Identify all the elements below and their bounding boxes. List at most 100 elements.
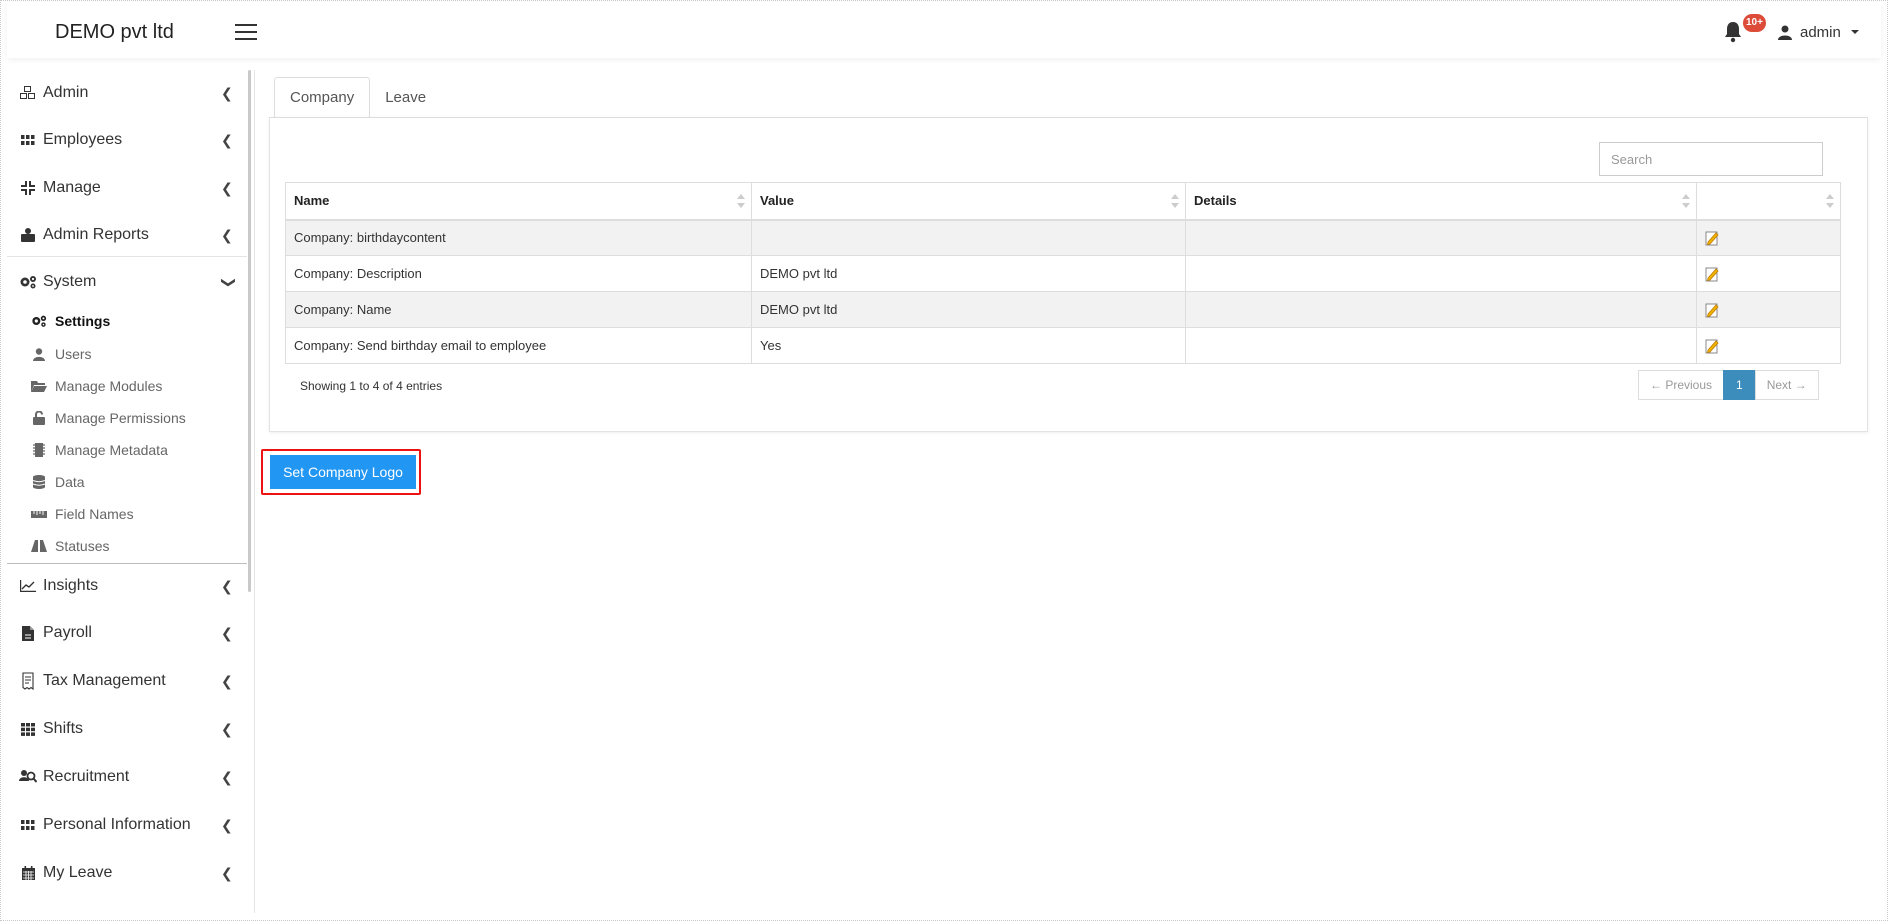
sidebar-subitem-label: Statuses: [55, 538, 110, 554]
sidebar-item-insights[interactable]: Insights ❮: [7, 563, 252, 609]
sidebar-scrollbar[interactable]: [248, 70, 251, 592]
sidebar-subitem-field-names[interactable]: Field Names: [7, 499, 252, 529]
cell-details: [1185, 291, 1697, 328]
brand-title: DEMO pvt ltd: [55, 21, 174, 43]
database-icon: [31, 475, 47, 489]
cell-actions: [1696, 291, 1841, 328]
chevron-left-icon: ❮: [221, 816, 233, 833]
cell-name: Company: Description: [285, 255, 752, 292]
sidebar-subitem-settings[interactable]: Settings: [7, 306, 252, 336]
next-page-button[interactable]: Next →: [1754, 370, 1819, 400]
sidebar-item-recruitment[interactable]: Recruitment ❮: [7, 754, 252, 800]
page-button-current[interactable]: 1: [1723, 370, 1756, 400]
sidebar-subitem-label: Manage Metadata: [55, 442, 168, 458]
column-header-details[interactable]: Details: [1185, 182, 1697, 221]
user-name: admin: [1800, 23, 1841, 41]
sidebar-item-shifts[interactable]: Shifts ❮: [7, 706, 252, 752]
file-icon: [19, 625, 37, 641]
previous-page-button[interactable]: ← Previous: [1638, 370, 1725, 400]
pagination: ← Previous 1 Next →: [1638, 370, 1819, 400]
sidebar-subitem-label: Settings: [55, 313, 111, 329]
sidebar-item-label: Admin: [43, 84, 89, 101]
sidebar-item-admin-reports[interactable]: Admin Reports ❮: [7, 212, 252, 258]
sidebar-subitem-manage-permissions[interactable]: Manage Permissions: [7, 403, 252, 433]
sidebar-item-admin[interactable]: Admin ❮: [7, 70, 252, 116]
hamburger-menu-icon[interactable]: [235, 24, 257, 41]
sidebar-item-label: Manage: [43, 179, 101, 196]
grid-icon: [19, 721, 37, 737]
calendar-icon: [19, 865, 37, 881]
user-icon: [31, 347, 47, 361]
chevron-down-icon: [1850, 30, 1859, 34]
cogs-icon: [31, 314, 47, 328]
ruler-icon: [31, 507, 47, 521]
sort-icon: [1171, 194, 1179, 208]
column-header-label: Name: [294, 193, 330, 209]
column-header-value[interactable]: Value: [751, 182, 1186, 221]
receipt-icon: [19, 672, 37, 690]
sidebar-subitem-label: Data: [55, 474, 85, 490]
settings-table: Name Value Details Company: birthdaycont…: [285, 182, 1841, 364]
notification-badge: 10+: [1743, 14, 1766, 32]
settings-tabs: Company Leave: [274, 77, 441, 118]
sidebar-subitem-data[interactable]: Data: [7, 467, 252, 497]
cell-details: [1185, 255, 1697, 292]
cell-name: Company: Name: [285, 291, 752, 328]
chevron-left-icon: ❮: [221, 672, 233, 689]
sidebar-item-personal-information[interactable]: Personal Information ❮: [7, 802, 252, 848]
column-header-actions[interactable]: [1696, 182, 1841, 221]
sidebar-item-label: Admin Reports: [43, 226, 149, 243]
edit-icon[interactable]: [1705, 230, 1719, 246]
compress-icon: [19, 180, 37, 196]
sidebar-item-label: Recruitment: [43, 768, 130, 785]
sidebar-subitem-statuses[interactable]: Statuses: [7, 531, 252, 561]
bell-icon[interactable]: [1723, 21, 1743, 43]
th-icon: [19, 132, 37, 148]
sidebar-subitem-users[interactable]: Users: [7, 339, 252, 369]
sidebar-item-manage[interactable]: Manage ❮: [7, 165, 252, 211]
edit-icon[interactable]: [1705, 302, 1719, 318]
chevron-left-icon: ❮: [221, 131, 233, 148]
chevron-left-icon: ❮: [221, 179, 233, 196]
chevron-left-icon: ❮: [221, 864, 233, 881]
table-row: Company: birthdaycontent: [285, 219, 1841, 256]
sidebar-subitem-label: Field Names: [55, 506, 134, 522]
cell-value: DEMO pvt ltd: [751, 255, 1186, 292]
set-company-logo-button[interactable]: Set Company Logo: [270, 455, 416, 489]
sidebar-item-label: System: [43, 273, 97, 290]
cell-value: Yes: [751, 327, 1186, 364]
chevron-left-icon: ❮: [221, 84, 233, 101]
microchip-icon: [31, 443, 47, 457]
column-header-name[interactable]: Name: [285, 182, 752, 221]
table-header-row: Name Value Details: [285, 182, 1841, 221]
edit-icon[interactable]: [1705, 338, 1719, 354]
sidebar-item-label: Payroll: [43, 624, 92, 641]
sidebar-divider: [7, 256, 247, 257]
sidebar-item-tax-management[interactable]: Tax Management ❮: [7, 658, 252, 704]
user-tie-icon: [19, 227, 37, 243]
cell-actions: [1696, 219, 1841, 256]
column-header-label: Value: [760, 193, 794, 209]
user-icon: [1778, 25, 1792, 40]
chevron-left-icon: ❮: [221, 768, 233, 785]
edit-icon[interactable]: [1705, 266, 1719, 282]
sidebar-item-employees[interactable]: Employees ❮: [7, 117, 252, 163]
tab-leave[interactable]: Leave: [370, 77, 441, 118]
sidebar-subitem-manage-modules[interactable]: Manage Modules: [7, 371, 252, 401]
sidebar-item-payroll[interactable]: Payroll ❮: [7, 610, 252, 656]
cell-name: Company: birthdaycontent: [285, 219, 752, 256]
sidebar-item-label: Employees: [43, 131, 123, 148]
sidebar-subitem-label: Manage Modules: [55, 378, 163, 394]
sidebar-subitem-label: Manage Permissions: [55, 410, 186, 426]
cogs-icon: [19, 274, 37, 290]
sidebar: Admin ❮ Employees ❮ Manage ❮ Admin Repor…: [7, 70, 257, 915]
cell-details: [1185, 219, 1697, 256]
cubes-icon: [19, 85, 37, 101]
search-input[interactable]: [1599, 142, 1823, 176]
sidebar-subitem-manage-metadata[interactable]: Manage Metadata: [7, 435, 252, 465]
sidebar-item-my-leave[interactable]: My Leave ❮: [7, 850, 252, 896]
tab-company[interactable]: Company: [274, 77, 371, 118]
sidebar-item-system[interactable]: System ❮: [7, 259, 252, 305]
user-menu[interactable]: admin: [1778, 22, 1859, 42]
cell-actions: [1696, 255, 1841, 292]
